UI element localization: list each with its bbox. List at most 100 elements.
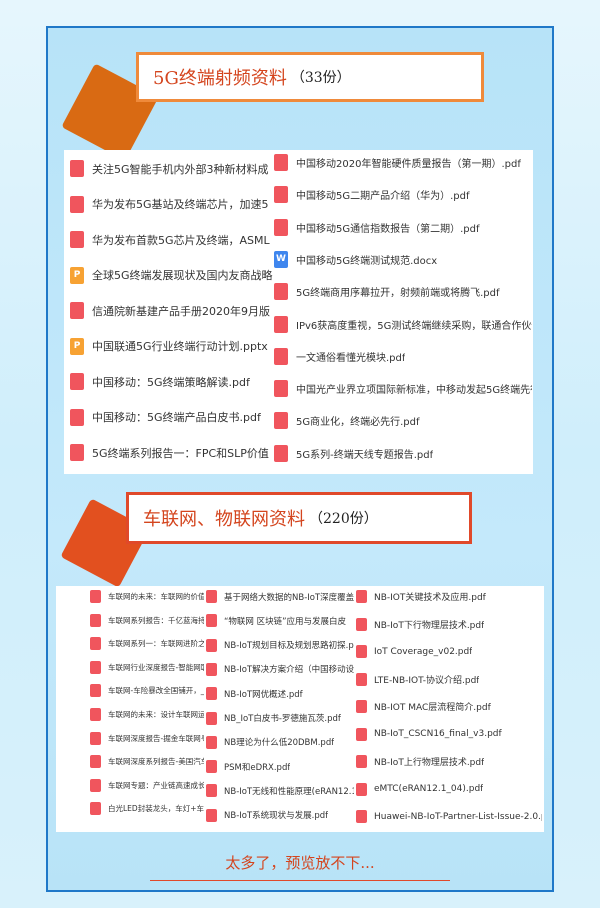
file-item[interactable]: 中国移动5G通信指数报告（第二期）.pdf <box>274 218 532 236</box>
pdf-file-icon <box>70 231 84 248</box>
pdf-file-icon <box>206 638 217 652</box>
pdf-file-icon <box>206 662 217 676</box>
pdf-file-icon <box>206 590 217 603</box>
file-item[interactable]: NB-IoT解决方案介绍（中国移动设 <box>206 662 354 676</box>
file-item[interactable]: P 全球5G终端发展现状及国内友商战略 <box>70 266 275 284</box>
file-name: Huawei-NB-IoT-Partner-List-Issue-2.0.pdf <box>374 811 542 822</box>
file-item[interactable]: NB-IoT规划目标及规划思路初探.p <box>206 638 354 652</box>
file-item[interactable]: 中国移动：5G终端产品白皮书.pdf <box>70 408 275 426</box>
file-item[interactable]: 中国移动5G二期产品介绍（华为）.pdf <box>274 186 532 204</box>
file-name: NB-IOT MAC层流程简介.pdf <box>374 703 491 713</box>
file-item[interactable]: 车联网深度系列报告-美国汽车后市场 <box>90 755 204 769</box>
pdf-file-icon <box>356 810 367 823</box>
file-item[interactable]: NB-IoT_CSCN16_final_v3.pdf <box>356 727 542 741</box>
file-item[interactable]: LTE-NB-IOT-协议介绍.pdf <box>356 672 542 686</box>
file-item[interactable]: 车联网系列报告：千亿蓝海持续爆发 <box>90 613 204 627</box>
footer-note: 太多了，预览放不下... <box>225 854 375 872</box>
file-item[interactable]: 车联网的未来：设计车联网运营模式 <box>90 708 204 721</box>
file-item[interactable]: 5G商业化，终端必先行.pdf <box>274 412 532 430</box>
file-name: 车联网行业深度报告-智能网联，构建 <box>108 662 204 672</box>
file-item[interactable]: IPv6获高度重视，5G测试终端继续采购，联通合作伙伴 <box>274 315 532 333</box>
file-item[interactable]: 车联网系列一：车联网进阶之路，20 <box>90 637 204 651</box>
pdf-file-icon <box>356 590 367 603</box>
file-item[interactable]: P 中国联通5G行业终端行动计划.pptx <box>70 337 275 355</box>
pdf-file-icon <box>90 708 101 721</box>
file-item[interactable]: 车联网行业深度报告-智能网联，构建 <box>90 660 204 674</box>
pdf-file-icon <box>274 283 288 301</box>
file-name: NB-IoT解决方案介绍（中国移动设 <box>224 665 354 676</box>
section1-title-box: 5G终端射频资料 （33份） <box>136 52 484 102</box>
file-item[interactable]: 基于网络大数据的NB-IoT深度覆盖 <box>206 590 354 603</box>
file-item[interactable]: 华为发布首款5G芯片及终端，ASML <box>70 231 275 248</box>
file-item[interactable]: 5G终端系列报告一：FPC和SLP价值 <box>70 444 275 461</box>
pdf-file-icon <box>70 302 84 319</box>
file-item[interactable]: 5G终端商用序幕拉开，射频前端或将腾飞.pdf <box>274 283 532 301</box>
file-item[interactable]: NB-IoT无线和性能原理(eRAN12.1 <box>206 784 354 798</box>
file-item[interactable]: NB-IOT MAC层流程简介.pdf <box>356 700 542 713</box>
file-name: 白光LED封装龙头，车灯+车联网打开 <box>108 804 204 814</box>
file-name: NB-IOT关键技术及应用.pdf <box>374 593 486 603</box>
file-item[interactable]: 中国移动2020年智能硬件质量报告（第一期）.pdf <box>274 154 532 171</box>
pdf-file-icon <box>206 760 217 774</box>
pdf-file-icon <box>90 778 101 792</box>
pdf-file-icon <box>356 672 367 686</box>
file-name: 车联网的未来：车联网的价值来源.pd <box>108 592 204 601</box>
section1-count: （33份） <box>290 70 351 86</box>
file-item[interactable]: NB-IoT上行物理层技术.pdf <box>356 755 542 768</box>
file-item[interactable]: 车联网-车险暴改全国铺开，_UBI_产 <box>90 684 204 698</box>
file-name: 中国移动5G通信指数报告（第二期）.pdf <box>296 223 480 235</box>
file-item[interactable]: 华为发布5G基站及终端芯片，加速5 <box>70 195 275 213</box>
pdf-file-icon <box>356 727 367 741</box>
file-name: 一文通俗看懂光模块.pdf <box>296 352 406 364</box>
file-item[interactable]: PSM和eDRX.pdf <box>206 760 354 774</box>
file-name: 全球5G终端发展现状及国内友商战略 <box>92 269 273 282</box>
file-item[interactable]: 车联网专题：产业链高速成长，TSP为 <box>90 778 204 792</box>
file-item[interactable]: IoT Coverage_v02.pdf <box>356 645 542 658</box>
file-item[interactable]: 车联网深度报告-掘金车联网寻找超越 <box>90 731 204 745</box>
pdf-file-icon <box>274 186 288 204</box>
ppt-file-icon: P <box>70 266 84 284</box>
file-item[interactable]: Huawei-NB-IoT-Partner-List-Issue-2.0.pdf <box>356 810 542 823</box>
footer-underline <box>150 880 450 881</box>
file-item[interactable]: “物联网 区块链”应用与发展白皮 <box>206 614 354 628</box>
file-item[interactable]: 5G系列-终端天线专题报告.pdf <box>274 444 532 462</box>
file-item[interactable]: NB-IoT网优概述.pdf <box>206 687 354 701</box>
file-item[interactable]: NB_IoT白皮书-罗德施瓦茨.pdf <box>206 711 354 725</box>
file-item[interactable]: NB-IOT关键技术及应用.pdf <box>356 590 542 603</box>
pdf-file-icon <box>90 613 101 627</box>
file-item[interactable]: W 中国移动5G终端测试规范.docx <box>274 250 532 268</box>
pdf-file-icon <box>206 735 217 749</box>
file-item[interactable]: NB-IoT下行物理层技术.pdf <box>356 617 542 631</box>
file-item[interactable]: NB理论为什么低20DBM.pdf <box>206 735 354 749</box>
file-name: 中国联通5G行业终端行动计划.pptx <box>92 340 268 353</box>
file-item[interactable]: 中国光产业界立项国际新标准，中移动发起5G终端先行 <box>274 380 532 398</box>
file-name: 中国移动5G终端测试规范.docx <box>296 255 438 267</box>
doc-file-icon: W <box>274 250 288 268</box>
pdf-file-icon <box>70 373 84 390</box>
file-item[interactable]: eMTC(eRAN12.1_04).pdf <box>356 782 542 796</box>
pdf-file-icon <box>274 347 288 365</box>
file-name: 中国移动：5G终端产品白皮书.pdf <box>92 411 261 424</box>
file-item[interactable]: 一文通俗看懂光模块.pdf <box>274 347 532 365</box>
file-item[interactable]: 信通院新基建产品手册2020年9月版 <box>70 302 275 319</box>
file-item[interactable]: 中国移动：5G终端策略解读.pdf <box>70 373 275 390</box>
file-name: 华为发布首款5G芯片及终端，ASML <box>92 233 270 247</box>
pdf-file-icon <box>70 444 84 461</box>
file-name: 车联网系列报告：千亿蓝海持续爆发 <box>108 615 204 625</box>
file-name: 中国移动2020年智能硬件质量报告（第一期）.pdf <box>296 159 521 170</box>
file-name: 5G终端系列报告一：FPC和SLP价值 <box>92 446 269 460</box>
file-item[interactable]: 关注5G智能手机内外部3种新材料成 <box>70 160 275 177</box>
pdf-file-icon <box>70 160 84 177</box>
file-name: 5G商业化，终端必先行.pdf <box>296 417 420 429</box>
file-item[interactable]: 白光LED封装龙头，车灯+车联网打开 <box>90 802 204 816</box>
file-item[interactable]: 车联网的未来：车联网的价值来源.pd <box>90 590 204 603</box>
file-name: NB-IoT规划目标及规划思路初探.p <box>224 641 354 652</box>
pdf-file-icon <box>356 700 367 713</box>
file-item[interactable]: NB-IoT系统现状与发展.pdf <box>206 808 354 822</box>
file-name: NB-IoT上行物理层技术.pdf <box>374 758 485 768</box>
pdf-file-icon <box>274 218 288 236</box>
section2-count: （220份） <box>309 511 378 527</box>
file-name: 关注5G智能手机内外部3种新材料成 <box>92 162 269 176</box>
pdf-file-icon <box>206 808 217 822</box>
file-name: 华为发布5G基站及终端芯片，加速5 <box>92 198 269 211</box>
